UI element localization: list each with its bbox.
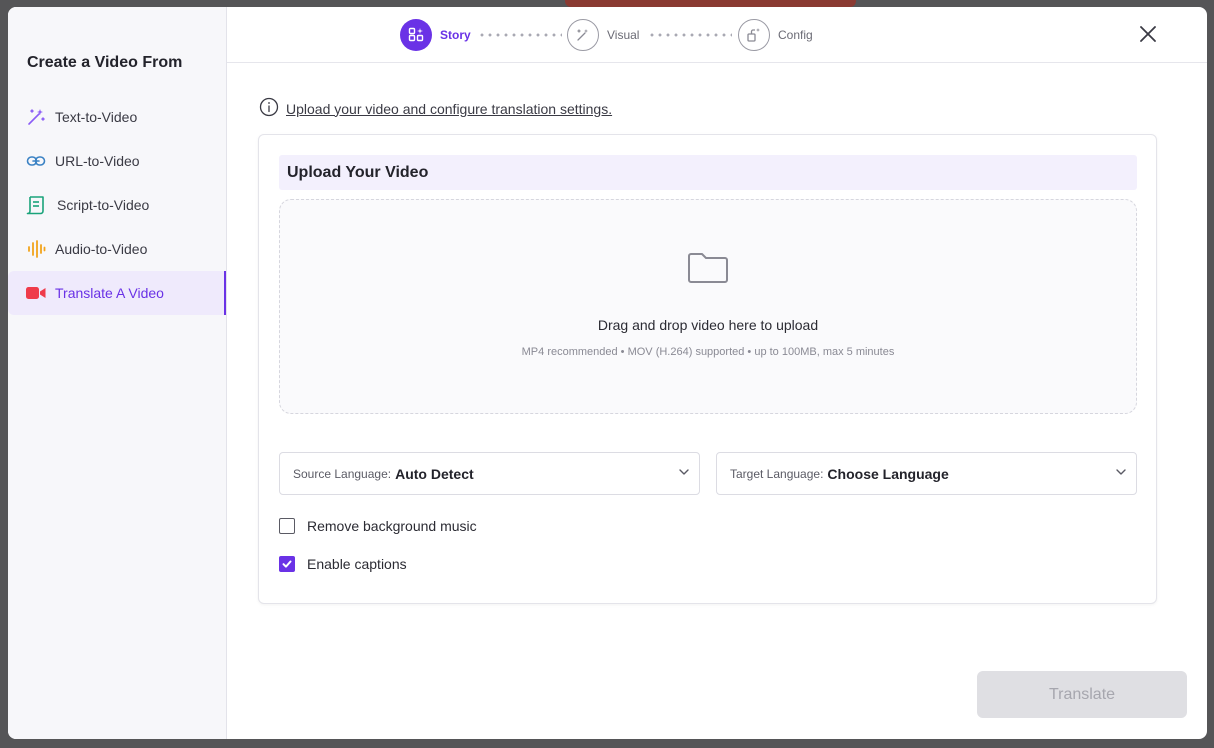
info-link[interactable]: Upload your video and configure translat… xyxy=(286,101,612,117)
sidebar-item-audio-to-video[interactable]: Audio-to-Video xyxy=(8,227,226,271)
enable-captions-checkbox[interactable]: Enable captions xyxy=(279,556,407,572)
sidebar-item-text-to-video[interactable]: Text-to-Video xyxy=(8,95,226,139)
chevron-down-icon xyxy=(677,465,691,479)
step-config[interactable]: Config xyxy=(738,19,813,51)
sidebar-item-label: Script-to-Video xyxy=(57,197,150,213)
target-language-label: Target Language: xyxy=(730,466,824,481)
remove-music-checkbox[interactable]: Remove background music xyxy=(279,518,477,534)
remove-music-label: Remove background music xyxy=(307,518,477,534)
create-video-modal: Create a Video From Text-to-Video URL-to… xyxy=(8,7,1207,739)
source-language-value: Auto Detect xyxy=(395,465,474,482)
sidebar-item-label: Audio-to-Video xyxy=(55,241,148,257)
checkmark-icon xyxy=(282,560,292,568)
main-panel: Story Visual Config Upload your video an… xyxy=(227,7,1207,739)
script-scroll-icon xyxy=(25,194,47,216)
video-camera-icon xyxy=(25,282,47,304)
checkbox-checked[interactable] xyxy=(279,556,295,572)
source-language-label: Source Language: xyxy=(293,466,392,481)
close-button[interactable] xyxy=(1137,23,1159,45)
video-dropzone[interactable]: Drag and drop video here to upload MP4 r… xyxy=(279,199,1137,414)
story-icon xyxy=(400,19,432,51)
dropzone-text: Drag and drop video here to upload xyxy=(597,317,819,333)
target-language-select[interactable]: Target Language: Choose Language xyxy=(716,452,1137,495)
chevron-down-icon xyxy=(1114,465,1128,479)
step-label: Story xyxy=(440,28,471,42)
source-language-select[interactable]: Source Language: Auto Detect xyxy=(279,452,700,495)
info-icon xyxy=(259,97,279,120)
sidebar-item-label: Text-to-Video xyxy=(55,109,138,125)
sidebar-item-translate-a-video[interactable]: Translate A Video xyxy=(8,271,226,315)
config-icon xyxy=(738,19,770,51)
step-visual[interactable]: Visual xyxy=(567,19,639,51)
sidebar-item-url-to-video[interactable]: URL-to-Video xyxy=(8,139,226,183)
audio-wave-icon xyxy=(25,238,47,260)
info-row: Upload your video and configure translat… xyxy=(259,97,612,120)
close-icon xyxy=(1140,26,1156,42)
upload-card: Upload Your Video Drag and drop video he… xyxy=(258,134,1157,604)
sidebar-item-script-to-video[interactable]: Script-to-Video xyxy=(8,183,226,227)
checkbox-unchecked[interactable] xyxy=(279,518,295,534)
upload-title: Upload Your Video xyxy=(279,155,1137,190)
step-connector xyxy=(648,33,732,37)
enable-captions-label: Enable captions xyxy=(307,556,407,572)
background-page-peek xyxy=(565,0,856,7)
sidebar-item-label: URL-to-Video xyxy=(55,153,140,169)
step-label: Config xyxy=(778,28,813,42)
magic-wand-icon xyxy=(25,106,47,128)
target-language-value: Choose Language xyxy=(827,465,949,482)
step-connector xyxy=(478,33,562,37)
sidebar: Create a Video From Text-to-Video URL-to… xyxy=(8,7,227,739)
translate-button[interactable]: Translate xyxy=(977,671,1187,718)
folder-icon xyxy=(687,250,729,286)
visual-wand-icon xyxy=(567,19,599,51)
link-icon xyxy=(25,150,47,172)
step-story[interactable]: Story xyxy=(400,19,471,51)
stepper-bar: Story Visual Config xyxy=(227,7,1207,63)
sidebar-title: Create a Video From xyxy=(27,54,183,71)
sidebar-item-label: Translate A Video xyxy=(55,285,164,301)
step-label: Visual xyxy=(607,28,640,42)
dropzone-hint: MP4 recommended • MOV (H.264) supported … xyxy=(521,346,895,358)
